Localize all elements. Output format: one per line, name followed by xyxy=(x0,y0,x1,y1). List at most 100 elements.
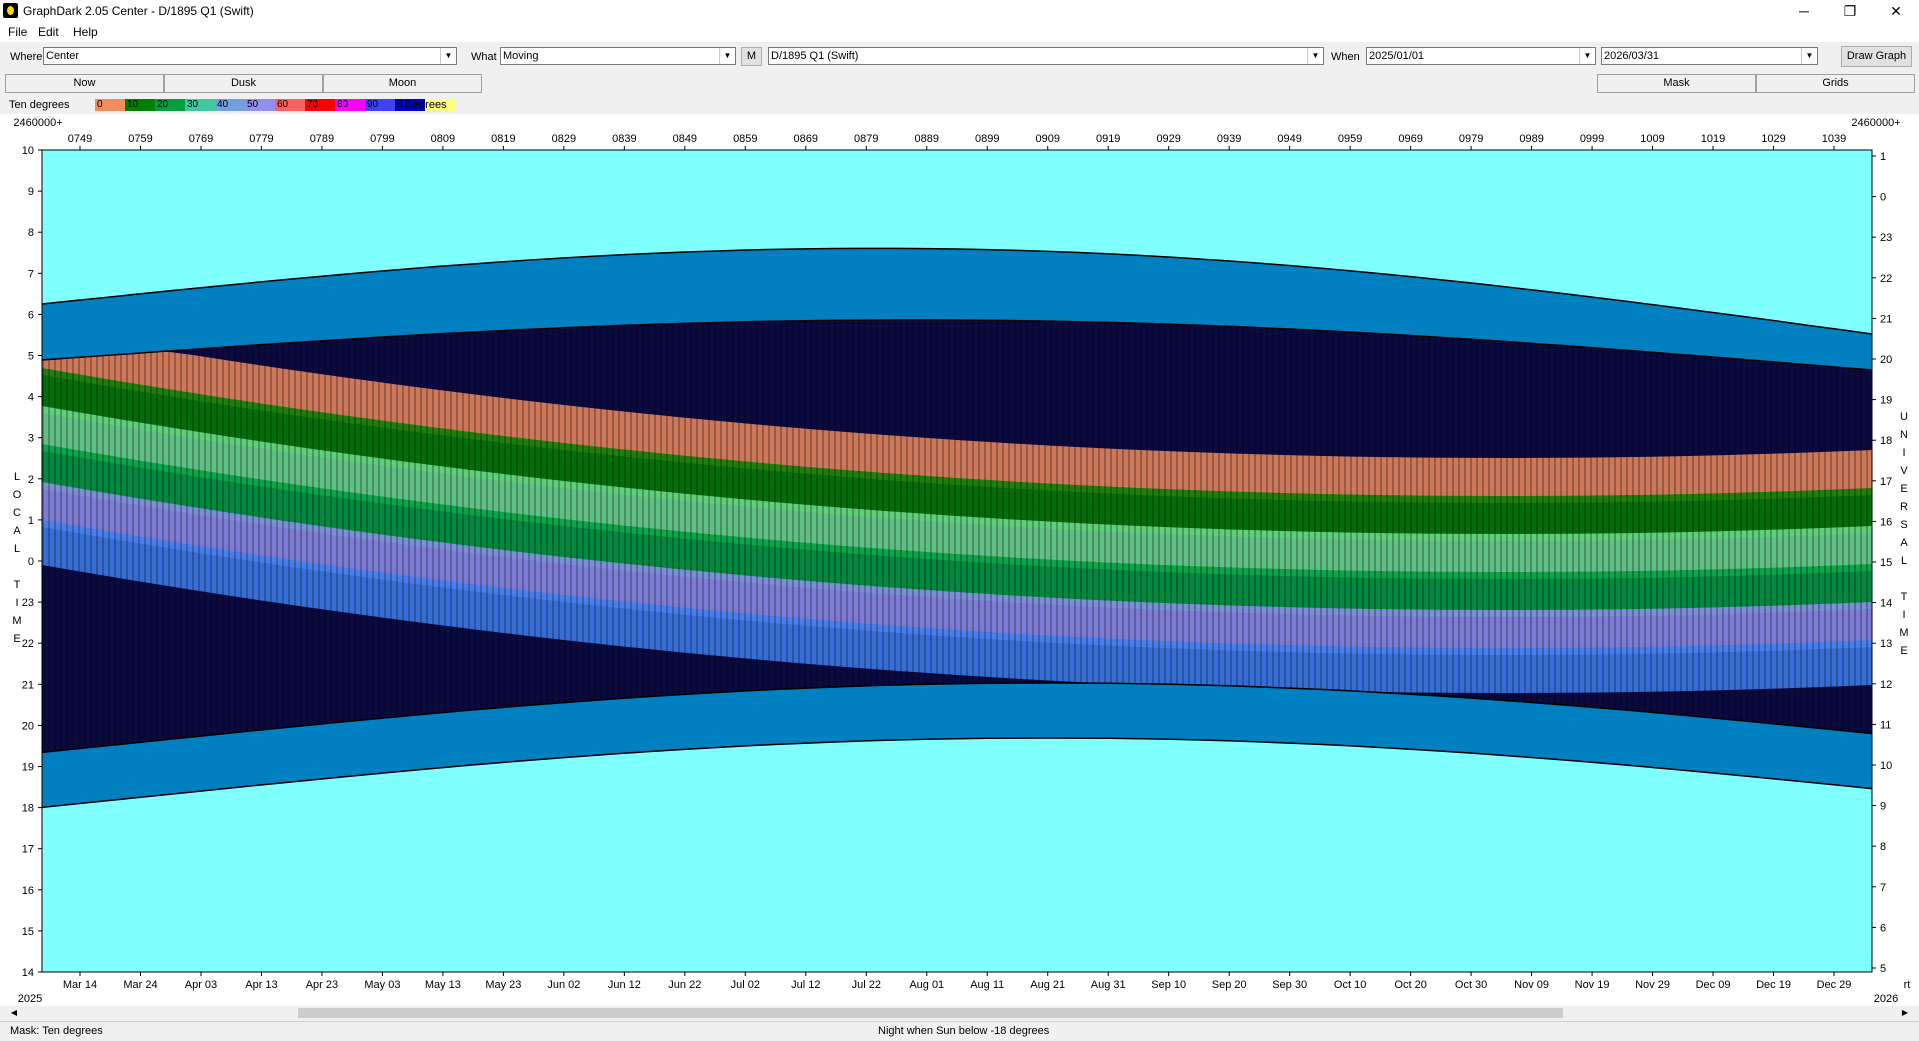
moon-stripe xyxy=(1260,327,1262,687)
maximize-button[interactable]: ❐ xyxy=(1827,0,1873,22)
chart-svg[interactable]: 2460000+ 2460000+0749 0759 0769 0779 0789 0799… xyxy=(0,114,1919,1006)
moon-stripe xyxy=(1422,336,1424,695)
scroll-left-icon[interactable]: ◀ xyxy=(8,1007,20,1019)
moon-stripe xyxy=(1332,331,1334,690)
left-axis-label-letter: L xyxy=(14,543,20,555)
jd-tick-label: 0799 xyxy=(370,133,394,145)
legend-swatch-label: 50 xyxy=(247,99,259,110)
moon-stripe xyxy=(660,324,662,696)
moon-stripe xyxy=(1206,325,1208,686)
scroll-thumb[interactable] xyxy=(298,1008,1563,1018)
title-bar: GraphDark 2.05 Center - D/1895 Q1 (Swift… xyxy=(0,0,1919,22)
moon-stripe xyxy=(726,322,728,692)
moon-stripe xyxy=(720,322,722,693)
moon-stripe xyxy=(1686,354,1688,716)
moon-stripe xyxy=(468,332,470,711)
moon-stripe xyxy=(1632,350,1634,711)
moon-stripe xyxy=(750,321,752,691)
scroll-right-icon[interactable]: ▶ xyxy=(1899,1007,1911,1019)
moon-stripe xyxy=(1584,347,1586,707)
moon-stripe xyxy=(1500,341,1502,701)
moon-stripe xyxy=(522,329,524,706)
moon-stripe xyxy=(1596,347,1598,708)
moon-stripe xyxy=(126,353,128,744)
left-axis-tick-label: 2 xyxy=(28,474,34,486)
close-button[interactable]: ✕ xyxy=(1873,0,1919,22)
moon-stripe xyxy=(330,340,332,724)
legend-swatch-label: 90 xyxy=(367,99,379,110)
moon-stripe xyxy=(1542,344,1544,704)
moon-stripe xyxy=(354,338,356,721)
left-axis-tick-label: 7 xyxy=(28,268,34,280)
moon-stripe xyxy=(1404,335,1406,694)
moon-stripe xyxy=(1710,356,1712,718)
left-axis-label-letter: T xyxy=(14,579,21,591)
minimize-button[interactable]: ─ xyxy=(1781,0,1827,22)
moon-stripe xyxy=(1602,348,1604,709)
right-axis-tick-label: 13 xyxy=(1880,638,1892,650)
dusk-button[interactable]: Dusk xyxy=(164,74,323,93)
moon-stripe xyxy=(990,320,992,684)
moon-stripe xyxy=(174,350,176,739)
moon-stripe xyxy=(1830,366,1832,730)
menu-help[interactable]: Help xyxy=(73,25,98,39)
moon-stripe xyxy=(1218,325,1220,686)
date-tick-label: Mar 24 xyxy=(123,979,157,991)
moon-stripe xyxy=(1032,320,1034,684)
mask-button[interactable]: Mask xyxy=(1597,74,1756,93)
date-tick-label: Dec 19 xyxy=(1756,979,1791,991)
moon-stripe xyxy=(1518,342,1520,702)
date-tick-label: Dec 29 xyxy=(1817,979,1852,991)
moon-stripe xyxy=(648,324,650,697)
date-tick-label: Apr 13 xyxy=(245,979,277,991)
year-left-label: 2025 xyxy=(18,993,42,1005)
object-select[interactable]: D/1895 Q1 (Swift) ▼ xyxy=(768,47,1324,65)
moon-stripe xyxy=(1740,359,1742,721)
left-axis-label-letter: E xyxy=(13,633,20,645)
moon-stripe xyxy=(1128,322,1130,684)
moon-stripe xyxy=(504,330,506,708)
legend-title: Ten degrees xyxy=(9,99,70,111)
left-axis-tick-label: 21 xyxy=(22,679,34,691)
moon-stripe xyxy=(120,354,122,745)
moon-stripe xyxy=(996,320,998,684)
left-axis-tick-label: 8 xyxy=(28,227,34,239)
moon-stripe xyxy=(216,347,218,735)
moon-stripe xyxy=(828,320,830,688)
moon-stripe xyxy=(564,327,566,703)
jd-tick-label: 0909 xyxy=(1035,133,1059,145)
what-select[interactable]: Moving ▼ xyxy=(500,47,736,65)
moon-stripe xyxy=(1086,321,1088,684)
legend-swatch-label: 30 xyxy=(187,99,199,110)
m-button[interactable]: M xyxy=(741,47,762,66)
draw-graph-button[interactable]: Draw Graph xyxy=(1841,46,1912,67)
menu-edit[interactable]: Edit xyxy=(38,25,59,39)
moon-stripe xyxy=(1590,347,1592,708)
moon-stripe xyxy=(822,320,824,688)
right-axis-tick-label: 20 xyxy=(1880,354,1892,366)
moon-stripe xyxy=(894,319,896,686)
left-axis-tick-label: 0 xyxy=(28,556,34,568)
moon-stripe xyxy=(1110,322,1112,684)
menu-file[interactable]: File xyxy=(8,25,27,39)
jd-prefix-left: 2460000+ xyxy=(13,117,62,129)
moon-stripe xyxy=(1278,328,1280,688)
moon-stripe xyxy=(396,336,398,717)
where-select[interactable]: Center ▼ xyxy=(43,47,457,65)
start-date-select[interactable]: 2025/01/01 ▼ xyxy=(1366,47,1596,65)
status-night: Night when Sun below -18 degrees xyxy=(878,1025,1050,1037)
end-date-select[interactable]: 2026/03/31 ▼ xyxy=(1601,47,1818,65)
moon-stripe xyxy=(984,320,986,684)
horizontal-scrollbar[interactable]: ◀ ▶ xyxy=(8,1007,1911,1019)
chevron-down-icon: ▼ xyxy=(1579,48,1595,64)
moon-stripe xyxy=(738,321,740,692)
moon-stripe xyxy=(192,349,194,737)
right-axis-label-letter: I xyxy=(1902,447,1905,459)
grids-button[interactable]: Grids xyxy=(1756,74,1915,93)
visibility-graph[interactable]: 2460000+ 2460000+ 0749 0759 0769 0779 0789 0799… xyxy=(0,114,1919,1006)
moon-stripe xyxy=(60,358,62,751)
jd-tick-label: 0969 xyxy=(1398,133,1422,145)
now-button[interactable]: Now xyxy=(5,74,164,93)
moon-stripe xyxy=(1104,322,1106,684)
moon-button[interactable]: Moon xyxy=(323,74,482,93)
